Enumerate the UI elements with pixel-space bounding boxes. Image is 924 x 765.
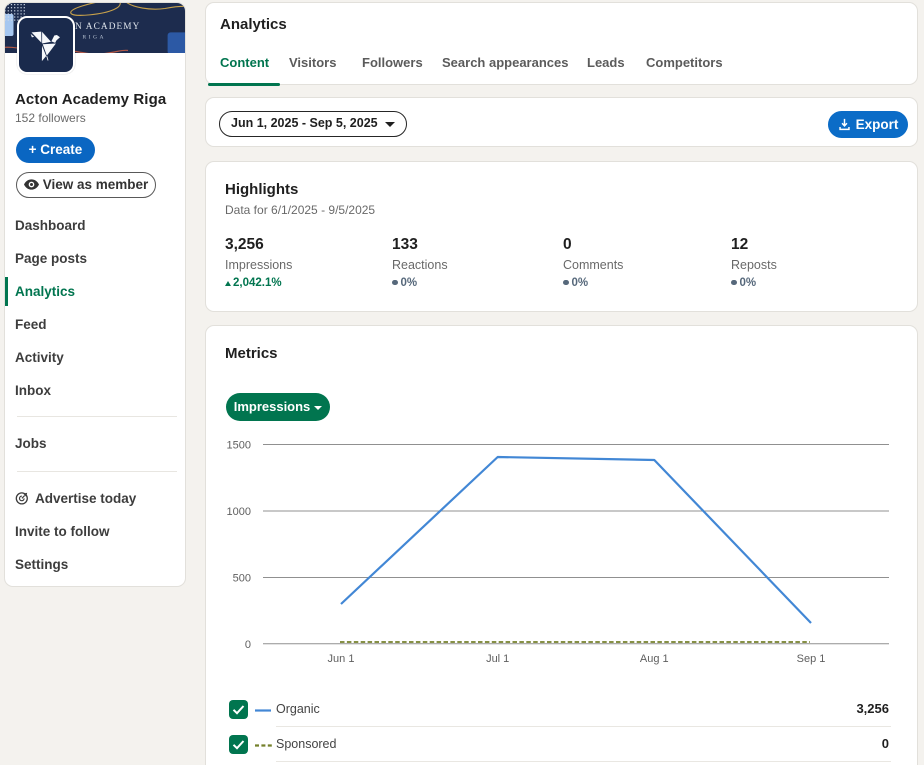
svg-text:Jun 1: Jun 1 <box>328 653 355 665</box>
svg-text:RIGA: RIGA <box>83 35 106 41</box>
svg-text:Sep 1: Sep 1 <box>797 653 826 665</box>
svg-text:0: 0 <box>245 639 251 651</box>
svg-text:Jul 1: Jul 1 <box>486 653 509 665</box>
svg-text:1000: 1000 <box>227 506 251 518</box>
svg-text:1500: 1500 <box>227 440 251 452</box>
svg-text:Aug 1: Aug 1 <box>640 653 669 665</box>
svg-text:500: 500 <box>233 573 251 585</box>
